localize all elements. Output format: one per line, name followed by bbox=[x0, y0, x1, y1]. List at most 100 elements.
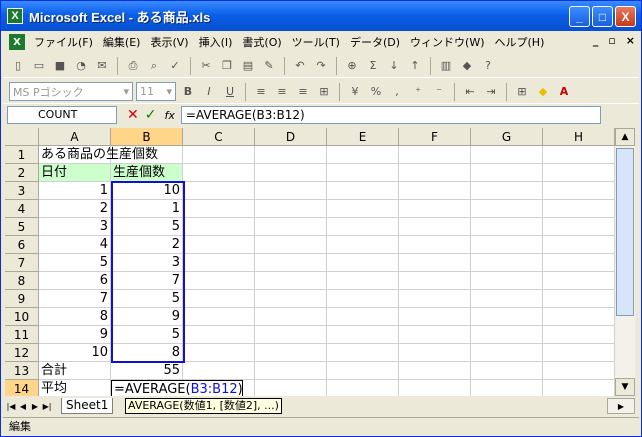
function-tooltip[interactable]: AVERAGE(数値1, [数値2], ...) bbox=[125, 398, 282, 414]
title-bar[interactable]: X Microsoft Excel - ある商品.xls _ □ X bbox=[1, 1, 641, 31]
row-header[interactable]: 1 bbox=[5, 146, 39, 164]
scroll-up-icon[interactable]: ▲ bbox=[615, 128, 635, 146]
align-left-icon[interactable]: ≡ bbox=[252, 83, 270, 101]
row-header[interactable]: 4 bbox=[5, 200, 39, 218]
in-cell-formula-editor[interactable]: =AVERAGE(B3:B12) bbox=[111, 380, 243, 396]
horizontal-scroll-right-icon[interactable]: ▶ bbox=[607, 398, 635, 414]
row-header[interactable]: 9 bbox=[5, 290, 39, 308]
maximize-button[interactable]: □ bbox=[592, 6, 613, 27]
row-header[interactable]: 11 bbox=[5, 326, 39, 344]
cell-a10[interactable]: 8 bbox=[39, 308, 111, 326]
cell-a11[interactable]: 9 bbox=[39, 326, 111, 344]
italic-button[interactable]: I bbox=[200, 83, 218, 101]
cancel-icon[interactable]: ✕ bbox=[127, 107, 139, 123]
save-icon[interactable]: ■ bbox=[51, 57, 69, 75]
menu-tools[interactable]: ツール(T) bbox=[287, 32, 345, 52]
print-preview-icon[interactable]: ⌕ bbox=[145, 57, 163, 75]
paste-icon[interactable]: ▤ bbox=[239, 57, 257, 75]
column-header-d[interactable]: D bbox=[255, 128, 327, 146]
font-color-icon[interactable]: A bbox=[555, 83, 573, 101]
cut-icon[interactable]: ✂ bbox=[197, 57, 215, 75]
menu-edit[interactable]: 編集(E) bbox=[98, 32, 146, 52]
cell-a6[interactable]: 4 bbox=[39, 236, 111, 254]
scroll-thumb[interactable] bbox=[616, 148, 634, 316]
cell-a8[interactable]: 6 bbox=[39, 272, 111, 290]
cell-a3[interactable]: 1 bbox=[39, 182, 111, 200]
permission-icon[interactable]: ◔ bbox=[72, 57, 90, 75]
increase-decimal-icon[interactable]: ⁺ bbox=[409, 83, 427, 101]
format-painter-icon[interactable]: ✎ bbox=[260, 57, 278, 75]
currency-icon[interactable]: ¥ bbox=[346, 83, 364, 101]
cell-b12[interactable]: 8 bbox=[111, 344, 183, 362]
cell-a9[interactable]: 7 bbox=[39, 290, 111, 308]
drawing-icon[interactable]: ◆ bbox=[458, 57, 476, 75]
sort-descending-icon[interactable]: ↑ bbox=[406, 57, 424, 75]
fill-color-icon[interactable]: ◆ bbox=[534, 83, 552, 101]
cell-a5[interactable]: 3 bbox=[39, 218, 111, 236]
vertical-scrollbar[interactable]: ▲ ▼ bbox=[615, 128, 635, 396]
redo-icon[interactable]: ↷ bbox=[312, 57, 330, 75]
row-header[interactable]: 8 bbox=[5, 272, 39, 290]
menu-view[interactable]: 表示(V) bbox=[145, 32, 193, 52]
cell-b13[interactable]: 55 bbox=[111, 362, 183, 380]
undo-icon[interactable]: ↶ bbox=[291, 57, 309, 75]
cell-b7[interactable]: 3 bbox=[111, 254, 183, 272]
autosum-icon[interactable]: Σ bbox=[364, 57, 382, 75]
formula-input[interactable]: =AVERAGE(B3:B12) bbox=[180, 106, 601, 124]
worksheet-grid[interactable]: A B C D E F G H 1 2 3 4 5 6 7 8 9 10 11 … bbox=[5, 128, 615, 396]
new-icon[interactable]: ▯ bbox=[9, 57, 27, 75]
cell-b9[interactable]: 5 bbox=[111, 290, 183, 308]
workbook-close-button[interactable]: × bbox=[626, 34, 635, 47]
cell-a13[interactable]: 合計 bbox=[39, 362, 111, 380]
print-icon[interactable]: ⎙ bbox=[124, 57, 142, 75]
column-header-g[interactable]: G bbox=[471, 128, 543, 146]
open-icon[interactable]: ▭ bbox=[30, 57, 48, 75]
font-size-select[interactable]: 11 ▾ bbox=[136, 82, 176, 101]
underline-button[interactable]: U bbox=[221, 83, 239, 101]
row-header[interactable]: 12 bbox=[5, 344, 39, 362]
menu-file[interactable]: ファイル(F) bbox=[29, 32, 98, 52]
cell-a12[interactable]: 10 bbox=[39, 344, 111, 362]
menu-format[interactable]: 書式(O) bbox=[237, 32, 286, 52]
menu-data[interactable]: データ(D) bbox=[345, 32, 405, 52]
email-icon[interactable]: ✉ bbox=[93, 57, 111, 75]
hyperlink-icon[interactable]: ⊕ bbox=[343, 57, 361, 75]
column-header-c[interactable]: C bbox=[183, 128, 255, 146]
cell-b11[interactable]: 5 bbox=[111, 326, 183, 344]
cell-a14[interactable]: 平均 bbox=[39, 380, 111, 396]
workbook-minimize-button[interactable]: _ bbox=[593, 34, 599, 47]
bold-button[interactable]: B bbox=[179, 83, 197, 101]
select-all-corner[interactable] bbox=[5, 128, 39, 146]
row-header[interactable]: 5 bbox=[5, 218, 39, 236]
row-header[interactable]: 10 bbox=[5, 308, 39, 326]
column-header-b[interactable]: B bbox=[111, 128, 183, 146]
chart-wizard-icon[interactable]: ▥ bbox=[437, 57, 455, 75]
row-header[interactable]: 14 bbox=[5, 380, 39, 396]
workbook-restore-button[interactable]: ▫ bbox=[608, 34, 615, 47]
cell-b3[interactable]: 10 bbox=[111, 182, 183, 200]
row-header[interactable]: 3 bbox=[5, 182, 39, 200]
percent-button[interactable]: % bbox=[367, 83, 385, 101]
sheet-tab-sheet1[interactable]: Sheet1 bbox=[61, 398, 114, 414]
decrease-indent-icon[interactable]: ⇤ bbox=[461, 83, 479, 101]
align-center-icon[interactable]: ≡ bbox=[273, 83, 291, 101]
menu-help[interactable]: ヘルプ(H) bbox=[490, 32, 550, 52]
align-right-icon[interactable]: ≡ bbox=[294, 83, 312, 101]
menu-insert[interactable]: 挿入(I) bbox=[194, 32, 238, 52]
decrease-decimal-icon[interactable]: ⁻ bbox=[430, 83, 448, 101]
column-header-e[interactable]: E bbox=[327, 128, 399, 146]
scroll-down-icon[interactable]: ▼ bbox=[615, 378, 635, 396]
cell-b6[interactable]: 2 bbox=[111, 236, 183, 254]
first-sheet-icon[interactable]: |◀ bbox=[5, 402, 17, 411]
cell-a1[interactable]: ある商品の生産個数 bbox=[39, 146, 183, 164]
copy-icon[interactable]: ❐ bbox=[218, 57, 236, 75]
cell-b4[interactable]: 1 bbox=[111, 200, 183, 218]
menu-window[interactable]: ウィンドウ(W) bbox=[405, 32, 489, 52]
comma-button[interactable]: , bbox=[388, 83, 406, 101]
column-header-a[interactable]: A bbox=[39, 128, 111, 146]
column-header-f[interactable]: F bbox=[399, 128, 471, 146]
cell-b10[interactable]: 9 bbox=[111, 308, 183, 326]
workbook-icon[interactable]: X bbox=[9, 34, 25, 50]
next-sheet-icon[interactable]: ▶ bbox=[29, 402, 41, 411]
last-sheet-icon[interactable]: ▶| bbox=[41, 402, 53, 411]
